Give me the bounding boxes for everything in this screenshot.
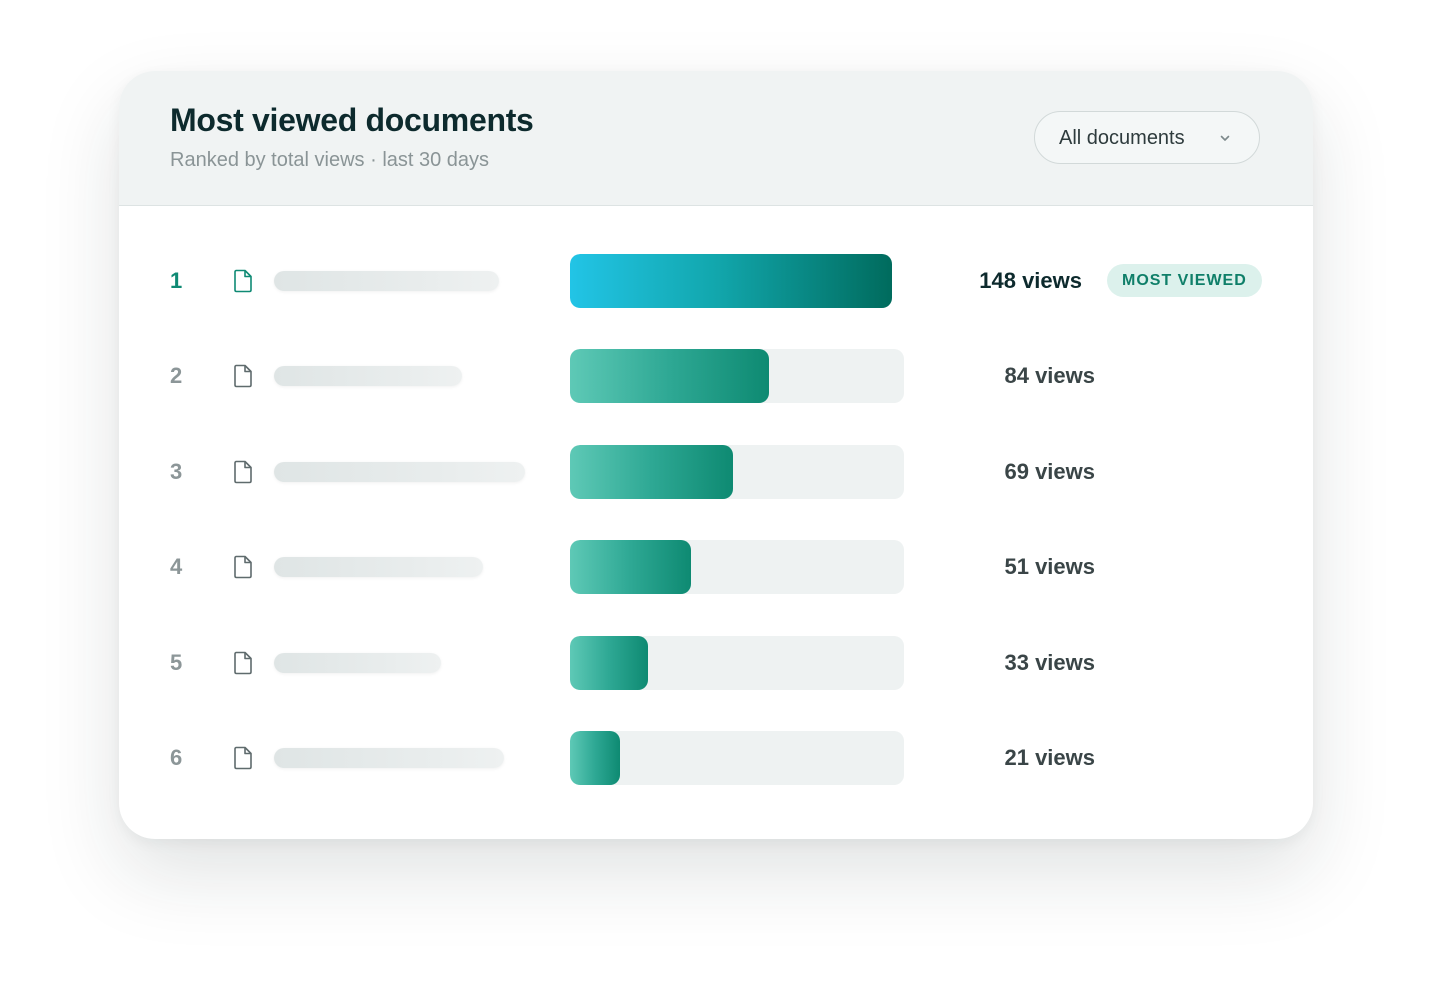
views-label: 148 views <box>979 268 1082 293</box>
rank-label: 1 <box>170 268 183 293</box>
card-header: Most viewed documents Ranked by total vi… <box>119 71 1313 206</box>
views-label: 21 views <box>1004 745 1095 770</box>
rank-label: 3 <box>170 459 183 484</box>
views-label: 84 views <box>1004 363 1095 388</box>
chart-row[interactable]: 3 69 views <box>119 445 1313 499</box>
most-viewed-card: Most viewed documents Ranked by total vi… <box>119 71 1313 839</box>
chart-row[interactable]: 2 84 views <box>119 349 1313 403</box>
document-icon <box>234 460 252 484</box>
document-name-placeholder <box>274 366 462 386</box>
rank-label: 5 <box>170 650 183 675</box>
view-bar <box>570 445 733 499</box>
bar-track <box>570 540 904 594</box>
document-icon <box>234 364 252 388</box>
chart-row[interactable]: 5 33 views <box>119 636 1313 690</box>
document-filter-dropdown[interactable]: All documents <box>1034 111 1260 164</box>
views-label: 69 views <box>1004 459 1095 484</box>
rank-label: 4 <box>170 554 183 579</box>
filter-label: All documents <box>1059 127 1185 149</box>
document-name-placeholder <box>274 271 499 291</box>
document-name-placeholder <box>274 653 441 673</box>
document-name-placeholder <box>274 748 504 768</box>
view-bar <box>570 636 648 690</box>
document-icon <box>234 746 252 770</box>
document-icon <box>234 269 252 293</box>
rank-label: 6 <box>170 745 183 770</box>
most-viewed-badge: MOST VIEWED <box>1107 264 1262 297</box>
card-title: Most viewed documents <box>170 102 534 138</box>
chevron-down-icon <box>1220 135 1230 141</box>
document-name-placeholder <box>274 557 483 577</box>
bar-track <box>570 731 904 785</box>
card-subtitle: Ranked by total views · last 30 days <box>170 149 490 171</box>
chart-row[interactable]: 1 148 views MOST VIEWED <box>119 254 1313 308</box>
chart-row[interactable]: 4 51 views <box>119 540 1313 594</box>
views-label: 33 views <box>1004 650 1095 675</box>
view-bar <box>570 254 892 308</box>
view-bar <box>570 540 691 594</box>
bar-track <box>570 349 904 403</box>
view-bar <box>570 731 620 785</box>
rank-label: 2 <box>170 363 183 388</box>
bar-track <box>570 254 904 308</box>
document-icon <box>234 555 252 579</box>
chart-row[interactable]: 6 21 views <box>119 731 1313 785</box>
document-name-placeholder <box>274 462 525 482</box>
document-icon <box>234 651 252 675</box>
view-bar <box>570 349 769 403</box>
bar-track <box>570 636 904 690</box>
views-label: 51 views <box>1004 554 1095 579</box>
bar-track <box>570 445 904 499</box>
